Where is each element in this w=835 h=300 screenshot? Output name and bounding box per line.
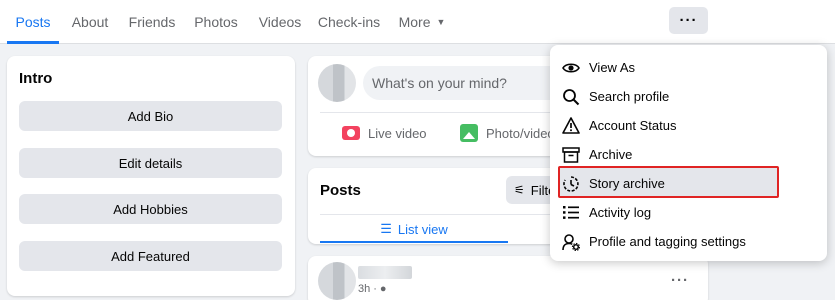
- tab-posts[interactable]: Posts: [7, 0, 59, 44]
- photo-video-button[interactable]: Photo/video: [460, 118, 555, 148]
- menu-item-label: View As: [589, 60, 636, 75]
- menu-item-activity-log[interactable]: Activity log: [550, 198, 827, 227]
- menu-item-label: Story archive: [589, 176, 665, 191]
- menu-item-profile-tagging-settings[interactable]: Profile and tagging settings: [550, 227, 827, 256]
- tab-label: About: [71, 14, 109, 30]
- menu-item-label: Account Status: [589, 118, 677, 133]
- blurred-author-name: [358, 266, 412, 279]
- list-view-label: List view: [397, 221, 448, 237]
- avatar[interactable]: [318, 64, 356, 102]
- tab-label: Videos: [258, 14, 302, 30]
- tab-photos[interactable]: Photos: [190, 0, 242, 44]
- post-meta: 3h · ●: [358, 283, 387, 295]
- live-video-icon: [342, 126, 360, 140]
- intro-card: Intro Add Bio Edit details Add Hobbies A…: [7, 56, 295, 296]
- list-view-tab[interactable]: ☰ List view: [320, 215, 508, 243]
- list-icon: ☰: [380, 221, 392, 236]
- add-bio-button[interactable]: Add Bio: [19, 101, 282, 131]
- menu-item-label: Profile and tagging settings: [589, 234, 746, 249]
- menu-item-story-archive[interactable]: Story archive: [550, 169, 827, 198]
- post-time[interactable]: 3h: [358, 283, 370, 295]
- menu-item-account-status[interactable]: Account Status: [550, 111, 827, 140]
- tab-label: Photos: [194, 14, 238, 30]
- archive-icon: [562, 146, 580, 164]
- profile-tab-bar: Posts About Friends Photos Videos Check-…: [0, 0, 835, 44]
- posts-title: Posts: [320, 182, 361, 199]
- post-options-button[interactable]: ···: [671, 272, 689, 289]
- ellipsis-icon: ···: [671, 272, 689, 289]
- menu-item-label: Search profile: [589, 89, 670, 104]
- composer-placeholder: What's on your mind?: [372, 75, 507, 91]
- menu-item-label: Archive: [589, 147, 633, 162]
- tab-about[interactable]: About: [66, 0, 114, 44]
- filter-icon: ⚟: [514, 183, 525, 197]
- tab-label: Friends: [128, 14, 176, 30]
- avatar[interactable]: [318, 262, 356, 300]
- globe-icon: ●: [379, 283, 387, 295]
- post-item: 3h · ● ···: [308, 256, 708, 300]
- menu-item-search-profile[interactable]: Search profile: [550, 82, 827, 111]
- dot-separator: ·: [373, 283, 377, 295]
- tab-label: Posts: [15, 14, 51, 30]
- tab-friends[interactable]: Friends: [126, 0, 178, 44]
- ellipsis-icon: ···: [679, 12, 698, 29]
- eye-icon: [562, 59, 580, 77]
- caret-down-icon: ▼: [436, 17, 446, 27]
- more-options-button[interactable]: ···: [669, 7, 708, 34]
- menu-item-view-as[interactable]: View As: [550, 53, 827, 82]
- tab-more[interactable]: More ▼: [394, 0, 450, 44]
- intro-title: Intro: [19, 70, 53, 87]
- warning-icon: [562, 117, 580, 135]
- edit-details-button[interactable]: Edit details: [19, 148, 282, 178]
- tab-videos[interactable]: Videos: [255, 0, 305, 44]
- tab-check-ins[interactable]: Check-ins: [316, 0, 382, 44]
- live-video-button[interactable]: Live video: [342, 118, 427, 148]
- search-icon: [562, 88, 580, 106]
- story-archive-icon: [562, 175, 580, 193]
- list-icon: [562, 204, 580, 222]
- profile-gear-icon: [562, 233, 580, 251]
- add-hobbies-button[interactable]: Add Hobbies: [19, 194, 282, 224]
- add-featured-button[interactable]: Add Featured: [19, 241, 282, 271]
- live-video-label: Live video: [368, 125, 427, 141]
- menu-item-archive[interactable]: Archive: [550, 140, 827, 169]
- tab-label: Check-ins: [317, 14, 381, 30]
- photo-icon: [460, 124, 478, 142]
- photo-video-label: Photo/video: [486, 125, 555, 141]
- tab-label: More: [398, 14, 431, 30]
- menu-item-label: Activity log: [589, 205, 652, 220]
